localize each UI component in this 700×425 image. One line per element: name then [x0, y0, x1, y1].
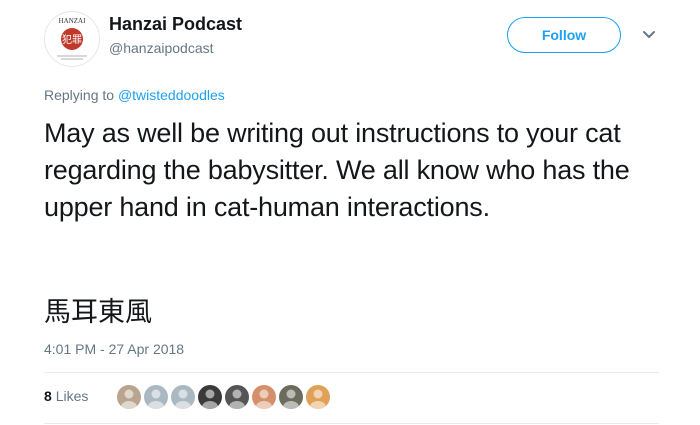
likes-count[interactable]: 8 Likes: [44, 388, 88, 404]
liker-avatar[interactable]: [198, 385, 222, 409]
person-icon: [229, 389, 245, 409]
person-icon: [175, 389, 191, 409]
reply-context: Replying to @twisteddoodles: [44, 87, 225, 103]
reply-prefix: Replying to: [44, 87, 115, 103]
likers-list: [117, 385, 330, 409]
liker-avatar[interactable]: [252, 385, 276, 409]
tweet-kanji: 馬耳東風: [44, 297, 152, 328]
liker-avatar[interactable]: [279, 385, 303, 409]
chevron-down-icon[interactable]: [642, 30, 656, 40]
person-icon: [256, 389, 272, 409]
person-icon: [148, 389, 164, 409]
person-icon: [283, 389, 299, 409]
user-handle[interactable]: @hanzaipodcast: [109, 40, 214, 56]
liker-avatar[interactable]: [144, 385, 168, 409]
divider: [44, 372, 659, 373]
likes-label: Likes: [55, 388, 89, 404]
person-icon: [310, 389, 326, 409]
likes-number: 8: [44, 388, 52, 404]
liker-avatar[interactable]: [225, 385, 249, 409]
reply-target-link[interactable]: @twisteddoodles: [118, 87, 225, 103]
person-icon: [202, 389, 218, 409]
tweet-timestamp[interactable]: 4:01 PM - 27 Apr 2018: [44, 341, 184, 357]
avatar[interactable]: HANZAI 犯罪: [44, 11, 100, 67]
liker-avatar[interactable]: [306, 385, 330, 409]
display-name[interactable]: Hanzai Podcast: [109, 14, 242, 35]
liker-avatar[interactable]: [117, 385, 141, 409]
avatar-logo-text: HANZAI: [59, 17, 86, 25]
person-icon: [121, 389, 137, 409]
follow-button[interactable]: Follow: [507, 17, 621, 53]
divider: [44, 423, 659, 424]
avatar-logo-kanji: 犯罪: [62, 34, 82, 46]
liker-avatar[interactable]: [171, 385, 195, 409]
tweet-text: May as well be writing out instructions …: [44, 118, 630, 222]
